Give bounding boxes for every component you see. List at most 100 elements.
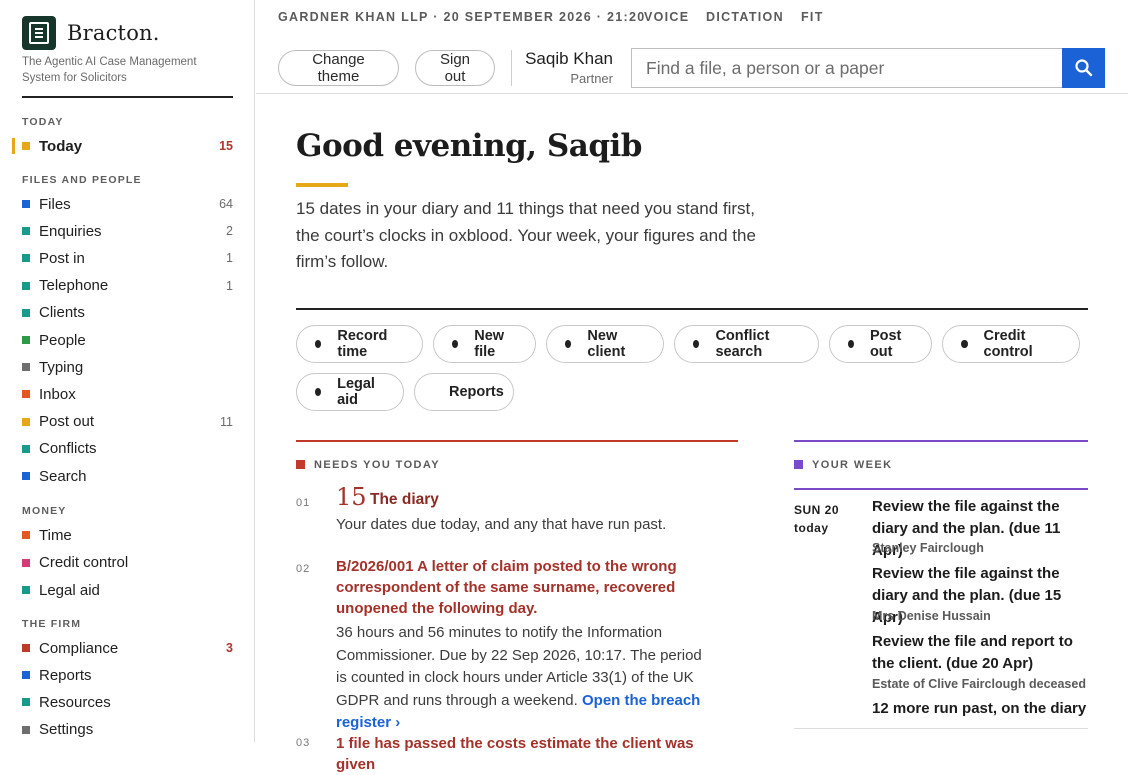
sidebar-item-count: 2 <box>226 224 233 239</box>
your-week-rule <box>794 440 1088 442</box>
sidebar-item-label: Inbox <box>39 385 76 403</box>
main-divider <box>296 308 1088 310</box>
sidebar-item-today[interactable]: Today 15 <box>22 134 233 158</box>
sidebar-item-telephone[interactable]: Telephone 1 <box>22 274 233 298</box>
week-task-title[interactable]: Review the file and report to the client… <box>872 631 1092 675</box>
nav-dictation[interactable]: DICTATION <box>706 10 784 24</box>
nav-color-square-icon <box>22 200 30 208</box>
nav-fit[interactable]: FIT <box>801 10 824 24</box>
sidebar-item-settings[interactable]: Settings <box>22 718 233 742</box>
user-role: Partner <box>570 71 613 86</box>
sidebar-item-reports[interactable]: Reports <box>22 663 233 687</box>
nav-voice[interactable]: VOICE <box>644 10 689 24</box>
nav-color-square-icon <box>22 254 30 263</box>
week-task-client: Stanley Fairclough <box>872 541 984 555</box>
more-run-past-link[interactable]: 12 more run past, on the diary <box>872 700 1086 717</box>
nav-color-square-icon <box>22 444 30 453</box>
change-theme-button[interactable]: Change theme <box>278 50 399 86</box>
item-number: 02 <box>296 563 311 575</box>
sidebar-item-conflicts[interactable]: Conflicts <box>22 437 233 461</box>
sidebar-item-clients[interactable]: Clients <box>22 301 233 325</box>
quick-action-label: New client <box>587 328 626 360</box>
nav-color-square-icon <box>22 644 30 652</box>
day-sub: today <box>794 521 829 535</box>
nav-color-square-icon <box>22 336 30 344</box>
sign-out-button[interactable]: Sign out <box>415 50 495 86</box>
sidebar-item-count: 15 <box>219 139 233 153</box>
your-week-bottom-rule <box>794 728 1088 729</box>
user-name[interactable]: Saqib Khan <box>500 49 613 69</box>
sidebar-item-label: Settings <box>39 721 94 739</box>
item-number: 01 <box>296 497 311 509</box>
sidebar-item-count: 3 <box>226 641 233 655</box>
sidebar-item-credit-control[interactable]: Credit control <box>22 551 233 575</box>
sidebar-item-compliance[interactable]: Compliance 3 <box>22 636 233 660</box>
brand-name: Bracton. <box>67 21 160 45</box>
nav-section-heading: THE FIRM <box>22 618 82 630</box>
needs-today-rule <box>296 440 738 442</box>
sidebar-item-search[interactable]: Search <box>22 464 233 488</box>
sidebar-item-label: Files <box>39 195 71 213</box>
sidebar-item-label: Time <box>39 526 72 544</box>
bullet-dot-icon <box>565 340 572 348</box>
sidebar-item-label: Credit control <box>39 554 129 571</box>
sidebar-item-count: 64 <box>219 197 233 211</box>
nav-color-square-icon <box>22 671 30 680</box>
sidebar-item-legal-aid[interactable]: Legal aid <box>22 578 233 602</box>
sidebar-item-post-in[interactable]: Post in 1 <box>22 246 233 270</box>
quick-action-legal-aid[interactable]: Legal aid <box>296 373 404 411</box>
sidebar-item-resources[interactable]: Resources <box>22 690 233 714</box>
sidebar-item-inbox[interactable]: Inbox <box>22 382 233 406</box>
nav-color-square-icon <box>22 558 30 567</box>
greeting-accent <box>296 183 348 187</box>
sidebar-item-enquiries[interactable]: Enquiries 2 <box>22 219 233 243</box>
search-input[interactable] <box>631 48 1062 88</box>
sidebar-item-label: Typing <box>39 358 84 376</box>
quick-action-credit-control[interactable]: Credit control <box>942 325 1080 363</box>
breach-alert-title[interactable]: B/2026/001 A letter of claim posted to t… <box>336 556 736 619</box>
bullet-dot-icon <box>315 388 322 396</box>
intro-text: 15 dates in your diary and 11 things tha… <box>296 199 756 271</box>
sidebar-item-label: Clients <box>39 304 85 322</box>
nav-color-square-icon <box>22 363 30 372</box>
sidebar-item-typing[interactable]: Typing <box>22 355 233 379</box>
costs-alert-title[interactable]: 1 file has passed the costs estimate the… <box>336 733 736 775</box>
your-week-marker <box>794 460 803 469</box>
sidebar-item-count: 1 <box>226 278 233 293</box>
sidebar-item-files[interactable]: Files 64 <box>22 192 233 216</box>
quick-action-label: Conflict search <box>715 328 770 360</box>
quick-action-post-out[interactable]: Post out <box>829 325 932 363</box>
your-week-subrule <box>794 488 1088 490</box>
quick-action-record-time[interactable]: Record time <box>296 325 423 363</box>
quick-action-new-client[interactable]: New client <box>546 325 664 363</box>
search-button[interactable] <box>1062 48 1105 88</box>
bullet-dot-icon <box>452 340 459 348</box>
bullet-dot-icon <box>961 340 968 348</box>
sidebar-item-time[interactable]: Time <box>22 523 233 547</box>
breach-alert-body: 36 hours and 56 minutes to notify the In… <box>336 622 716 735</box>
day-name: SUN 20 <box>794 503 840 517</box>
nav-color-square-icon <box>22 308 30 317</box>
nav-color-square-icon <box>22 698 30 707</box>
nav-color-square-icon <box>22 417 30 426</box>
firm-date-line: GARDNER KHAN LLP · 20 SEPTEMBER 2026 · 2… <box>278 10 646 24</box>
nav-section-heading: MONEY <box>22 505 67 517</box>
quick-action-reports[interactable]: Reports <box>414 373 514 411</box>
quick-action-label: Credit control <box>983 328 1033 360</box>
sidebar-item-label: Search <box>39 467 87 485</box>
quick-action-label: New file <box>474 328 505 360</box>
brand[interactable]: Bracton. <box>22 16 160 50</box>
quick-action-conflict-search[interactable]: Conflict search <box>674 325 819 363</box>
bracton-logo-icon <box>22 16 56 50</box>
diary-link[interactable]: The diary <box>370 491 439 509</box>
nav-color-square-icon <box>22 390 30 399</box>
sidebar-item-label: Resources <box>39 693 111 711</box>
week-task-client: Mrs Denise Hussain <box>872 609 991 623</box>
quick-action-new-file[interactable]: New file <box>433 325 536 363</box>
sidebar-item-post-out[interactable]: Post out 11 <box>22 410 233 434</box>
quick-action-label: Reports <box>449 384 504 400</box>
sidebar-item-people[interactable]: People <box>22 328 233 352</box>
sidebar-item-label: Legal aid <box>39 581 100 599</box>
sidebar-item-label: People <box>39 331 86 349</box>
needs-today-label: NEEDS YOU TODAY <box>314 459 440 471</box>
